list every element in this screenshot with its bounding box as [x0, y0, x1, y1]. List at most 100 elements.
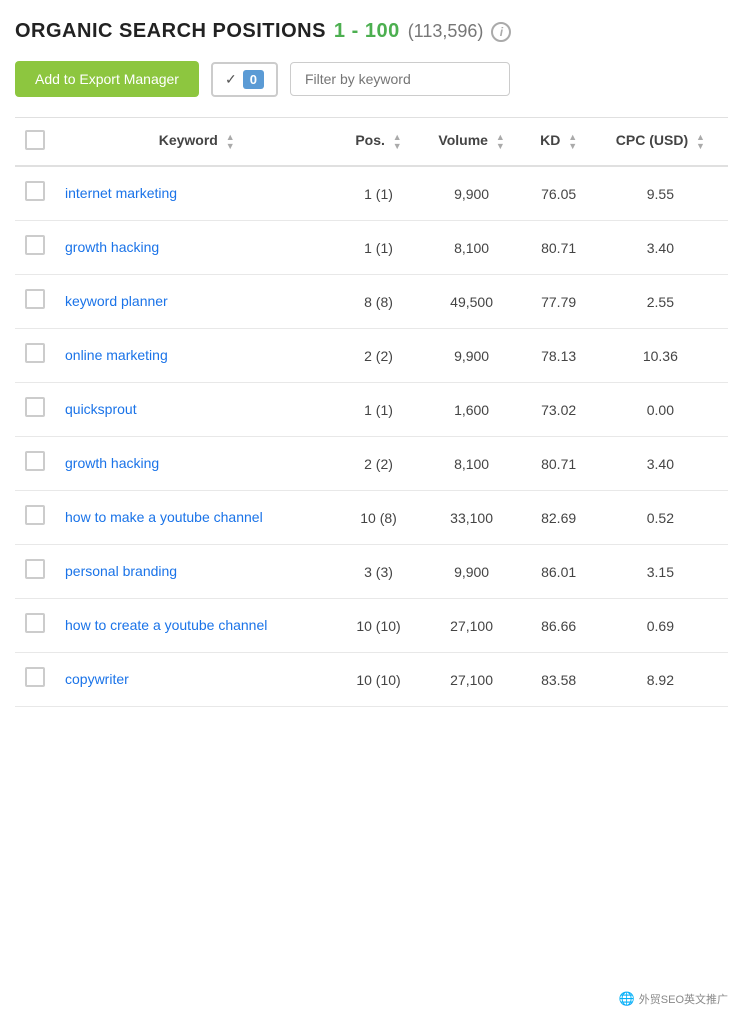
page-range: 1 - 100 [334, 20, 400, 43]
row-volume: 8,100 [419, 221, 525, 275]
row-volume: 49,500 [419, 275, 525, 329]
header-cpc: CPC (USD) ▲▼ [593, 118, 728, 167]
row-keyword: online marketing [55, 329, 338, 383]
volume-sort-icon[interactable]: ▲▼ [496, 133, 505, 151]
keyword-filter-input[interactable] [290, 62, 510, 96]
row-checkbox[interactable] [25, 289, 45, 309]
keyword-link[interactable]: growth hacking [65, 239, 159, 255]
row-pos: 1 (1) [338, 383, 418, 437]
pos-sort-icon[interactable]: ▲▼ [393, 133, 402, 151]
export-button[interactable]: Add to Export Manager [15, 61, 199, 97]
keyword-link[interactable]: personal branding [65, 563, 177, 579]
header-kd: KD ▲▼ [525, 118, 593, 167]
table-row: internet marketing1 (1)9,90076.059.55 [15, 166, 728, 221]
row-keyword: keyword planner [55, 275, 338, 329]
row-pos: 1 (1) [338, 166, 418, 221]
row-pos: 3 (3) [338, 545, 418, 599]
row-keyword: copywriter [55, 653, 338, 707]
row-keyword: personal branding [55, 545, 338, 599]
row-keyword: quicksprout [55, 383, 338, 437]
row-volume: 33,100 [419, 491, 525, 545]
row-pos: 1 (1) [338, 221, 418, 275]
row-cpc: 8.92 [593, 653, 728, 707]
row-volume: 27,100 [419, 653, 525, 707]
row-checkbox-cell [15, 166, 55, 221]
row-volume: 9,900 [419, 329, 525, 383]
row-kd: 76.05 [525, 166, 593, 221]
row-checkbox[interactable] [25, 613, 45, 633]
row-volume: 27,100 [419, 599, 525, 653]
header-checkbox[interactable] [25, 130, 45, 150]
row-pos: 8 (8) [338, 275, 418, 329]
row-checkbox-cell [15, 491, 55, 545]
row-cpc: 9.55 [593, 166, 728, 221]
row-pos: 10 (10) [338, 653, 418, 707]
header-pos: Pos. ▲▼ [338, 118, 418, 167]
row-volume: 1,600 [419, 383, 525, 437]
row-checkbox[interactable] [25, 559, 45, 579]
table-row: copywriter10 (10)27,10083.588.92 [15, 653, 728, 707]
row-checkbox-cell [15, 383, 55, 437]
kd-sort-icon[interactable]: ▲▼ [568, 133, 577, 151]
table-row: how to make a youtube channel10 (8)33,10… [15, 491, 728, 545]
info-icon[interactable]: i [491, 22, 511, 42]
row-volume: 9,900 [419, 545, 525, 599]
keyword-link[interactable]: keyword planner [65, 293, 168, 309]
row-keyword: how to make a youtube channel [55, 491, 338, 545]
row-pos: 2 (2) [338, 329, 418, 383]
table-row: personal branding3 (3)9,90086.013.15 [15, 545, 728, 599]
keyword-link[interactable]: internet marketing [65, 185, 177, 201]
row-checkbox[interactable] [25, 451, 45, 471]
row-keyword: how to create a youtube channel [55, 599, 338, 653]
header-volume: Volume ▲▼ [419, 118, 525, 167]
row-checkbox[interactable] [25, 181, 45, 201]
selected-count-button[interactable]: ✓ 0 [211, 62, 278, 97]
row-kd: 73.02 [525, 383, 593, 437]
header-keyword: Keyword ▲▼ [55, 118, 338, 167]
row-cpc: 3.15 [593, 545, 728, 599]
keywords-table: Keyword ▲▼ Pos. ▲▼ Volume ▲▼ KD ▲▼ CPC (… [15, 117, 728, 707]
page-header: ORGANIC SEARCH POSITIONS 1 - 100 (113,59… [15, 20, 728, 43]
watermark-text: 外贸SEO英文推广 [639, 991, 728, 1007]
table-row: how to create a youtube channel10 (10)27… [15, 599, 728, 653]
watermark: 🌐 外贸SEO英文推广 [614, 989, 733, 1009]
row-checkbox-cell [15, 545, 55, 599]
table-row: quicksprout 1 (1)1,60073.020.00 [15, 383, 728, 437]
keyword-sort-icon[interactable]: ▲▼ [226, 133, 235, 151]
row-checkbox[interactable] [25, 505, 45, 525]
row-checkbox-cell [15, 437, 55, 491]
keyword-link[interactable]: how to create a youtube channel [65, 617, 267, 633]
keyword-link[interactable]: how to make a youtube channel [65, 509, 263, 525]
row-pos: 2 (2) [338, 437, 418, 491]
row-kd: 80.71 [525, 437, 593, 491]
row-checkbox[interactable] [25, 667, 45, 687]
cpc-sort-icon[interactable]: ▲▼ [696, 133, 705, 151]
table-row: online marketing2 (2)9,90078.1310.36 [15, 329, 728, 383]
row-checkbox[interactable] [25, 235, 45, 255]
header-checkbox-cell [15, 118, 55, 167]
row-keyword: growth hacking [55, 221, 338, 275]
row-checkbox-cell [15, 599, 55, 653]
row-checkbox-cell [15, 329, 55, 383]
keyword-link[interactable]: copywriter [65, 671, 129, 687]
row-cpc: 3.40 [593, 437, 728, 491]
row-kd: 82.69 [525, 491, 593, 545]
selected-count-badge: 0 [243, 70, 264, 89]
row-checkbox[interactable] [25, 397, 45, 417]
row-checkbox-cell [15, 221, 55, 275]
watermark-icon: 🌐 [619, 991, 635, 1007]
row-keyword: growth hacking [55, 437, 338, 491]
page-count: (113,596) [408, 21, 484, 42]
row-checkbox-cell [15, 275, 55, 329]
keyword-link[interactable]: growth hacking [65, 455, 159, 471]
row-cpc: 0.00 [593, 383, 728, 437]
row-kd: 86.66 [525, 599, 593, 653]
row-kd: 80.71 [525, 221, 593, 275]
table-header-row: Keyword ▲▼ Pos. ▲▼ Volume ▲▼ KD ▲▼ CPC (… [15, 118, 728, 167]
row-keyword: internet marketing [55, 166, 338, 221]
keyword-link[interactable]: quicksprout [65, 401, 137, 417]
row-volume: 8,100 [419, 437, 525, 491]
table-row: growth hacking1 (1)8,10080.713.40 [15, 221, 728, 275]
keyword-link[interactable]: online marketing [65, 347, 168, 363]
row-checkbox[interactable] [25, 343, 45, 363]
